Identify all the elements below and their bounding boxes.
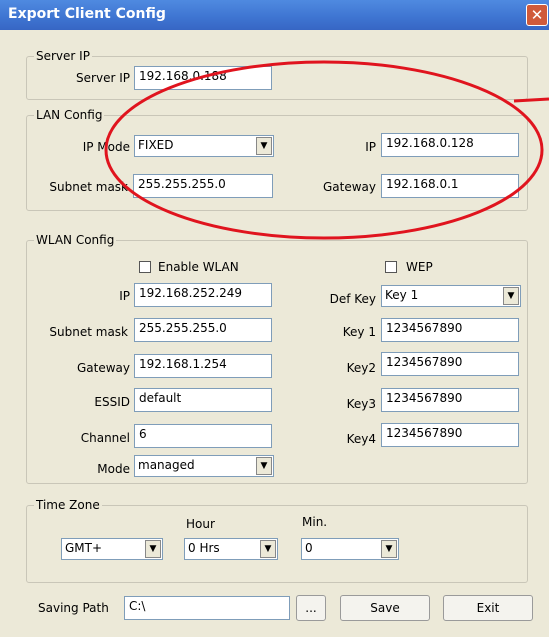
annotation-ellipse [104,60,544,240]
export-client-config-dialog: Export Client Config ✕ Server IP Server … [0,0,549,637]
annotation-overlay [104,60,549,240]
annotation-pointer-line [513,97,549,103]
